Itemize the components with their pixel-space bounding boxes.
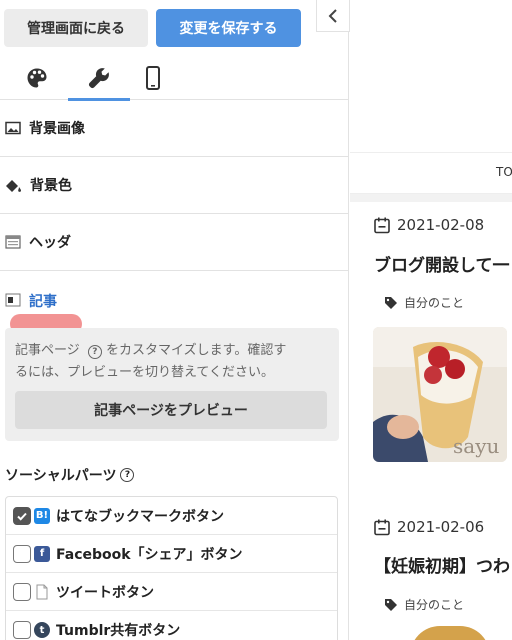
post-date: 2021-02-06 <box>374 518 484 536</box>
divider <box>350 194 512 202</box>
checkbox[interactable] <box>13 582 31 601</box>
collapse-panel-button[interactable] <box>316 0 350 32</box>
post-title[interactable]: ブログ開設して一 <box>374 251 510 276</box>
image-icon <box>5 121 21 135</box>
mobile-icon <box>146 66 160 90</box>
tag-icon <box>385 296 397 309</box>
section-label: 背景色 <box>30 178 72 194</box>
post-tag[interactable]: 自分のこと <box>384 596 464 613</box>
list-item[interactable]: f Facebook「シェア」ボタン <box>6 535 337 573</box>
tab-customize[interactable] <box>68 56 130 101</box>
section-label: 背景画像 <box>29 121 85 137</box>
article-icon <box>5 293 21 307</box>
section-header[interactable]: ヘッダ <box>0 214 348 271</box>
document-icon <box>34 584 50 600</box>
customize-panel: 管理画面に戻る 変更を保存する 背景画像 背景色 ヘッダ 記事 記事ページ ? … <box>0 0 349 640</box>
post-title[interactable]: 【妊娠初期】つわ <box>374 552 510 577</box>
list-item[interactable]: B! はてなブックマークボタン <box>6 497 337 535</box>
article-description: 記事ページ ? をカスタマイズします。確認す るには、プレビューを切り替えてくだ… <box>15 343 287 380</box>
social-parts-heading: ソーシャルパーツ ? <box>5 465 135 485</box>
preview-article-button[interactable]: 記事ページをプレビュー <box>15 391 327 429</box>
site-preview: TO 2021-02-08 ブログ開設して一 自分のこと sayu 2021-0… <box>350 0 512 640</box>
tag-icon <box>385 598 397 611</box>
paint-bucket-icon <box>6 179 21 192</box>
list-item[interactable]: t Tumblr共有ボタン <box>6 611 337 640</box>
help-icon[interactable]: ? <box>120 468 135 482</box>
section-background-image[interactable]: 背景画像 <box>0 100 348 157</box>
article-info-box: 記事ページ ? をカスタマイズします。確認す るには、プレビューを切り替えてくだ… <box>5 328 339 441</box>
check-icon <box>17 512 27 521</box>
tumblr-icon: t <box>34 622 50 638</box>
section-background-color[interactable]: 背景色 <box>0 157 348 214</box>
palette-icon <box>27 68 47 88</box>
tab-mobile[interactable] <box>122 56 184 100</box>
tab-design[interactable] <box>6 56 68 100</box>
post-thumbnail[interactable]: sayu <box>373 327 507 462</box>
chevron-left-icon <box>328 8 337 23</box>
preview-nav: TO <box>350 152 512 194</box>
post-tag[interactable]: 自分のこと <box>384 294 464 311</box>
post-thumbnail[interactable] <box>410 626 490 640</box>
section-label: ヘッダ <box>29 235 71 251</box>
svg-text:sayu: sayu <box>453 434 499 458</box>
checkbox-checked[interactable] <box>13 506 31 525</box>
social-parts-list: B! はてなブックマークボタン f Facebook「シェア」ボタン ツイートボ… <box>5 496 338 640</box>
post-date: 2021-02-08 <box>374 216 484 234</box>
checkbox[interactable] <box>13 544 31 563</box>
layout-icon <box>5 235 21 249</box>
save-changes-button[interactable]: 変更を保存する <box>156 9 301 47</box>
hatena-icon: B! <box>34 507 50 524</box>
help-icon[interactable]: ? <box>87 345 102 359</box>
calendar-icon <box>374 217 390 233</box>
settings-tabs <box>0 56 348 101</box>
checkbox[interactable] <box>13 621 31 639</box>
list-item[interactable]: ツイートボタン <box>6 573 337 611</box>
calendar-icon <box>374 519 390 535</box>
panel-toolbar: 管理画面に戻る 変更を保存する <box>0 0 348 56</box>
back-to-admin-button[interactable]: 管理画面に戻る <box>4 9 148 47</box>
wrench-icon <box>88 68 109 89</box>
section-label: 記事 <box>29 294 57 310</box>
facebook-icon: f <box>34 545 50 562</box>
nav-link[interactable]: TO <box>496 165 512 179</box>
